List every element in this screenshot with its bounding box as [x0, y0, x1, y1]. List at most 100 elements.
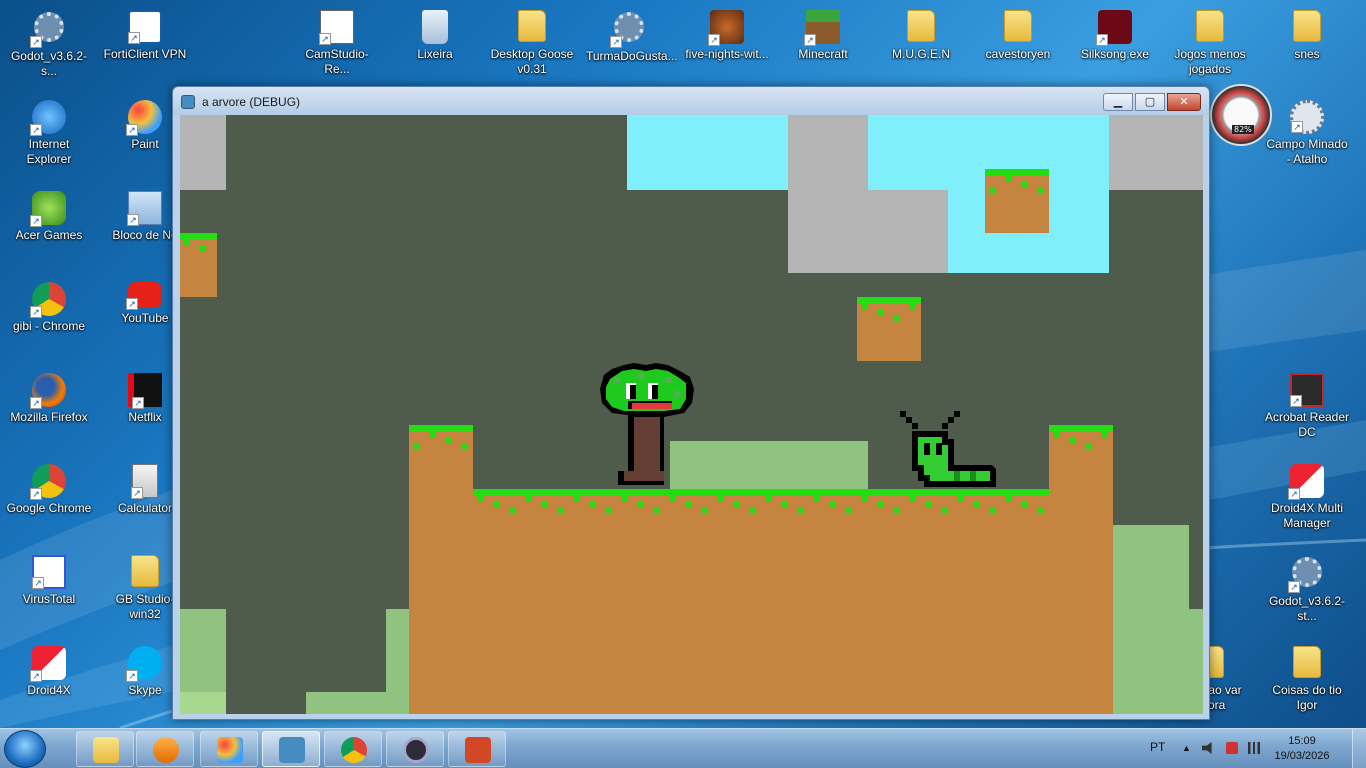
- taskbar-obs[interactable]: [386, 731, 444, 767]
- desktop-icon[interactable]: ↗ Minecraft: [778, 10, 868, 62]
- desktop-icon[interactable]: snes: [1262, 10, 1352, 62]
- game-window[interactable]: a arvore (DEBUG) ▁ ▢ ✕: [172, 86, 1210, 720]
- desktop-icon-label: Coisas do tio Igor: [1272, 683, 1342, 712]
- shortcut-arrow-icon: ↗: [30, 124, 42, 136]
- taskbar-explorer[interactable]: [76, 731, 134, 767]
- firefox-icon: ↗: [30, 373, 66, 409]
- volume-icon[interactable]: [1202, 742, 1212, 754]
- clock-time: 15:09: [1288, 735, 1316, 747]
- folder-icon: [128, 555, 162, 589]
- shortcut-arrow-icon: ↗: [1288, 488, 1300, 500]
- window-titlebar[interactable]: a arvore (DEBUG) ▁ ▢ ✕: [173, 87, 1209, 115]
- clock[interactable]: 15:09 19/03/2026: [1272, 734, 1332, 764]
- grass-pixel: [909, 496, 915, 502]
- stone-block: [868, 190, 948, 273]
- game-viewport[interactable]: [180, 115, 1203, 714]
- show-desktop-button[interactable]: [1352, 729, 1366, 768]
- shortcut-arrow-icon: ↗: [30, 36, 42, 48]
- grass-pixel: [925, 502, 931, 508]
- stone-block: [788, 115, 868, 273]
- desktop-icon[interactable]: Lixeira: [390, 10, 480, 62]
- desktop-icon[interactable]: M.U.G.E.N: [876, 10, 966, 62]
- paint-icon: ↗: [126, 100, 162, 136]
- show-hidden-icons-icon[interactable]: ▲: [1182, 743, 1191, 753]
- grass-pixel: [893, 508, 899, 514]
- godot-icon: [279, 737, 305, 763]
- background-bush: [1113, 525, 1189, 714]
- desktop-icon[interactable]: Desktop Goose v0.31: [487, 10, 577, 77]
- desktop-icon-label: FortiClient VPN: [103, 47, 187, 61]
- desktop-icon[interactable]: ↗ Godot_v3.6.2-st...: [1262, 555, 1352, 624]
- desktop-icon-label: CamStudio-Re...: [305, 47, 369, 76]
- desktop-icon[interactable]: cavestoryen: [973, 10, 1063, 62]
- grass-pixel: [989, 188, 995, 194]
- desktop-icon[interactable]: ↗ Campo Minado - Atalho: [1262, 100, 1352, 167]
- desktop-icon[interactable]: ↗ gibi - Chrome: [4, 282, 94, 334]
- grass-pixel: [861, 304, 867, 310]
- desktop-icon-label: Godot_v3.6.2-st...: [1268, 594, 1346, 623]
- grass-pixel: [701, 508, 707, 514]
- grass-pixel: [653, 508, 659, 514]
- grass-pixel: [1021, 182, 1027, 188]
- start-button[interactable]: [4, 730, 46, 768]
- taskbar-chrome[interactable]: [324, 731, 382, 767]
- explorer-icon: [93, 737, 119, 763]
- maximize-button[interactable]: ▢: [1135, 93, 1165, 111]
- grass-pixel: [199, 246, 205, 252]
- folder-icon: [1290, 10, 1324, 44]
- taskbar-godot[interactable]: [262, 731, 320, 767]
- desktop-icon[interactable]: ↗ CamStudio-Re...: [292, 10, 382, 77]
- desktop-icon-label: Droid4X Multi Manager: [1270, 501, 1344, 530]
- grass-pixel: [973, 502, 979, 508]
- taskbar-powerpoint[interactable]: [448, 731, 506, 767]
- desktop-icon-label: VirusTotal: [22, 592, 76, 606]
- grass-pixel: [813, 496, 819, 502]
- desktop-icon[interactable]: ↗ Google Chrome: [4, 464, 94, 516]
- minimize-button[interactable]: ▁: [1103, 93, 1133, 111]
- desktop-icon[interactable]: ↗ five-nights-wit...: [682, 10, 772, 62]
- grass-pixel: [717, 496, 723, 502]
- shortcut-arrow-icon: ↗: [610, 36, 622, 48]
- shortcut-arrow-icon: ↗: [131, 487, 143, 499]
- language-indicator[interactable]: PT: [1150, 740, 1165, 754]
- desktop-icon[interactable]: ↗ Acrobat Reader DC: [1262, 373, 1352, 440]
- grass-pixel: [685, 502, 691, 508]
- silksong-icon: ↗: [1096, 10, 1132, 46]
- desktop-icon[interactable]: ↗ Droid4X Multi Manager: [1262, 464, 1352, 531]
- cpu-meter-gadget[interactable]: [1210, 84, 1272, 146]
- power-icon[interactable]: [1226, 742, 1238, 754]
- desktop-icon-label: gibi - Chrome: [12, 319, 86, 333]
- notepad-icon: ↗: [127, 191, 162, 226]
- desktop-icon[interactable]: ↗ Silksong.exe: [1070, 10, 1160, 62]
- desktop-icon[interactable]: ↗ Droid4X: [4, 646, 94, 698]
- droid4x-icon: ↗: [1288, 464, 1324, 500]
- desktop-icon[interactable]: ↗ Internet Explorer: [4, 100, 94, 167]
- desktop-icon[interactable]: ↗ Godot_v3.6.2-s...: [4, 10, 94, 79]
- forticlient-icon: ↗: [128, 10, 162, 44]
- taskbar-media-player[interactable]: [136, 731, 194, 767]
- droid4x-icon: ↗: [30, 646, 66, 682]
- taskbar-paint[interactable]: [200, 731, 258, 767]
- desktop-icon[interactable]: ↗ TurmaDoGusta...: [584, 10, 678, 64]
- desktop-icon-label: TurmaDoGusta...: [586, 49, 678, 63]
- desktop-icon[interactable]: Coisas do tio Igor: [1262, 646, 1352, 713]
- internet-explorer-icon: ↗: [30, 100, 66, 136]
- grass-pixel: [877, 310, 883, 316]
- tree-character[interactable]: [594, 359, 704, 489]
- grass-pixel: [877, 502, 883, 508]
- network-icon[interactable]: [1248, 742, 1260, 754]
- desktop-icon[interactable]: ↗ VirusTotal: [4, 555, 94, 607]
- desktop-icon[interactable]: ↗ Acer Games: [4, 191, 94, 243]
- grass-pixel: [525, 496, 531, 502]
- grass-pixel: [845, 508, 851, 514]
- desktop-icon[interactable]: ↗ Mozilla Firefox: [4, 373, 94, 425]
- desktop-icon[interactable]: Jogos menos jogados: [1165, 10, 1255, 77]
- close-button[interactable]: ✕: [1167, 93, 1201, 111]
- caterpillar-enemy[interactable]: [898, 409, 998, 489]
- desktop-icon-label: Acrobat Reader DC: [1264, 410, 1350, 439]
- obs-icon: [403, 737, 429, 763]
- desktop-icon-label: Mozilla Firefox: [10, 410, 88, 424]
- fnaf-icon: ↗: [708, 10, 744, 46]
- desktop-icon[interactable]: ↗ FortiClient VPN: [100, 10, 190, 62]
- desktop-icon-label: Acer Games: [15, 228, 83, 242]
